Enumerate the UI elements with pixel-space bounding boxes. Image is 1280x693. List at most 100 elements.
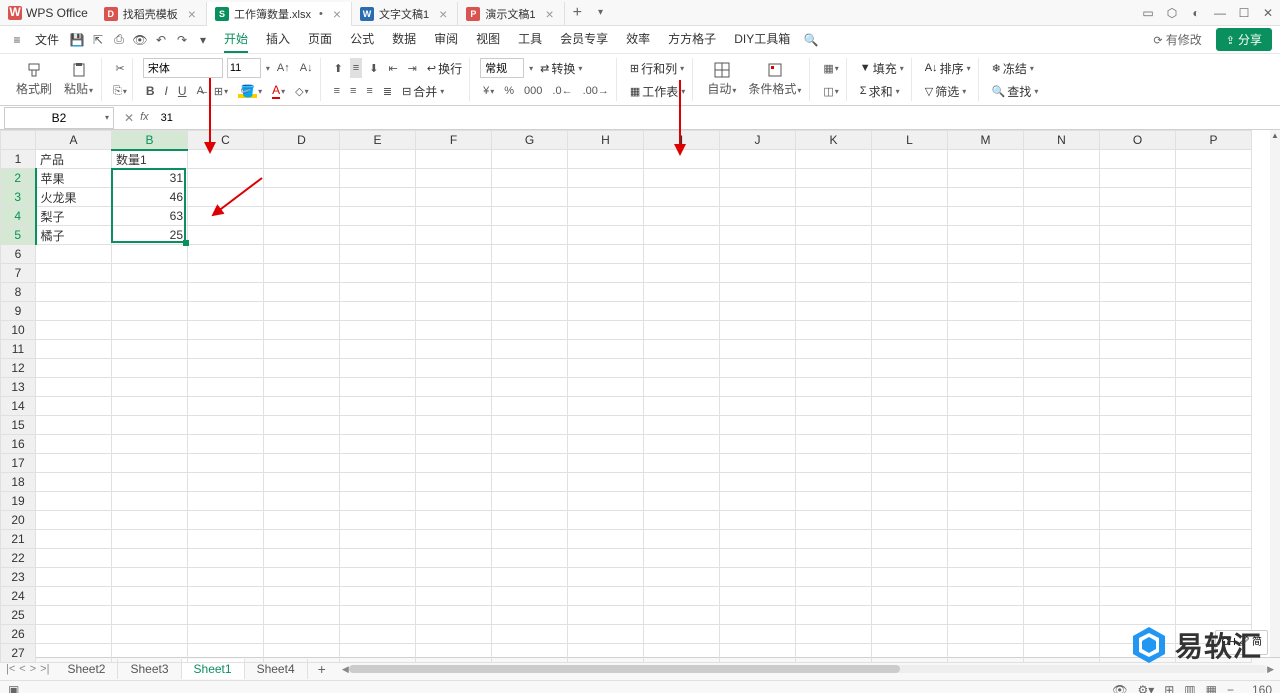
cell[interactable] [1024,606,1100,625]
merge-cells-button[interactable]: ⊟ 合并▾ [399,81,447,101]
cell[interactable] [1176,264,1252,283]
normal-view-icon[interactable]: ⊞ [1164,683,1174,693]
cell[interactable] [796,511,872,530]
row-header[interactable]: 3 [1,188,36,207]
cell[interactable] [112,549,188,568]
cell[interactable] [568,511,644,530]
cell[interactable] [644,549,720,568]
row-header[interactable]: 2 [1,169,36,188]
select-all-corner[interactable] [1,131,36,150]
cell[interactable] [1100,188,1176,207]
cell[interactable] [1176,207,1252,226]
cell[interactable] [416,226,492,245]
cell[interactable] [340,606,416,625]
cell[interactable] [264,150,340,169]
window-layout-icon[interactable]: ▭ [1136,1,1160,25]
cell[interactable] [112,473,188,492]
cell[interactable] [36,625,112,644]
cell[interactable] [416,606,492,625]
cell[interactable] [492,340,568,359]
cell[interactable] [568,340,644,359]
cell[interactable] [948,625,1024,644]
cell[interactable] [796,473,872,492]
cell[interactable] [796,245,872,264]
cell[interactable] [112,454,188,473]
clear-format-button[interactable]: ◇▾ [292,81,311,101]
cell[interactable] [112,625,188,644]
cell[interactable] [568,264,644,283]
cell[interactable] [1100,416,1176,435]
cell[interactable] [416,587,492,606]
currency-icon[interactable]: ¥▾ [480,81,497,101]
cell[interactable] [1024,378,1100,397]
cell[interactable] [264,511,340,530]
cell[interactable] [36,416,112,435]
cell[interactable] [1024,625,1100,644]
cell[interactable] [796,454,872,473]
cell[interactable] [948,169,1024,188]
cell[interactable] [188,416,264,435]
cell[interactable] [1176,473,1252,492]
paste-button[interactable]: 粘贴▾ [60,60,97,100]
cell[interactable] [264,473,340,492]
cell[interactable] [872,150,948,169]
align-left-icon[interactable]: ≡ [331,81,343,101]
cell[interactable] [644,302,720,321]
cell[interactable] [340,473,416,492]
settings-icon[interactable]: ⚙▾ [1137,683,1154,693]
cell[interactable] [340,302,416,321]
ribbon-tab[interactable]: 数据 [392,26,416,53]
cell[interactable] [948,207,1024,226]
cell[interactable] [796,568,872,587]
cell[interactable] [568,188,644,207]
cell[interactable] [340,530,416,549]
cell[interactable] [36,549,112,568]
cell[interactable] [720,549,796,568]
column-header[interactable]: E [340,131,416,150]
cell[interactable] [948,416,1024,435]
cell[interactable] [644,530,720,549]
increase-font-icon[interactable]: A↑ [274,58,293,78]
cell[interactable] [568,473,644,492]
cell[interactable] [1024,359,1100,378]
row-header[interactable]: 5 [1,226,36,245]
cell[interactable] [644,188,720,207]
cell[interactable] [796,492,872,511]
cell[interactable] [1100,644,1176,663]
cell[interactable] [492,378,568,397]
column-header[interactable]: F [416,131,492,150]
cell[interactable] [796,435,872,454]
ribbon-tab[interactable]: 工具 [518,26,542,53]
cell[interactable] [188,264,264,283]
sheet-nav-next-icon[interactable]: > [30,663,36,675]
cell[interactable] [416,321,492,340]
cell[interactable] [644,473,720,492]
cell[interactable] [36,340,112,359]
cell[interactable] [720,188,796,207]
cell[interactable]: 苹果 [36,169,112,188]
font-color-button[interactable]: A▾ [269,81,288,101]
cell[interactable] [948,492,1024,511]
row-header[interactable]: 21 [1,530,36,549]
cell[interactable] [948,454,1024,473]
cell[interactable] [1176,283,1252,302]
cell[interactable]: 31 [112,169,188,188]
cell[interactable] [416,169,492,188]
cell[interactable] [568,207,644,226]
cell[interactable] [416,264,492,283]
cell[interactable] [1024,226,1100,245]
cell[interactable] [644,169,720,188]
cell[interactable] [340,188,416,207]
cell[interactable] [872,397,948,416]
page-layout-view-icon[interactable]: ▥ [1184,683,1195,693]
cell[interactable] [720,473,796,492]
cell[interactable] [644,492,720,511]
page-break-view-icon[interactable]: ▦ [1206,683,1217,693]
fill-button[interactable]: ▼ 填充▾ [857,58,907,78]
row-header[interactable]: 22 [1,549,36,568]
cell[interactable] [1100,511,1176,530]
cell[interactable] [568,283,644,302]
cell[interactable] [720,416,796,435]
font-size-select[interactable] [227,58,261,78]
cell[interactable] [1100,245,1176,264]
